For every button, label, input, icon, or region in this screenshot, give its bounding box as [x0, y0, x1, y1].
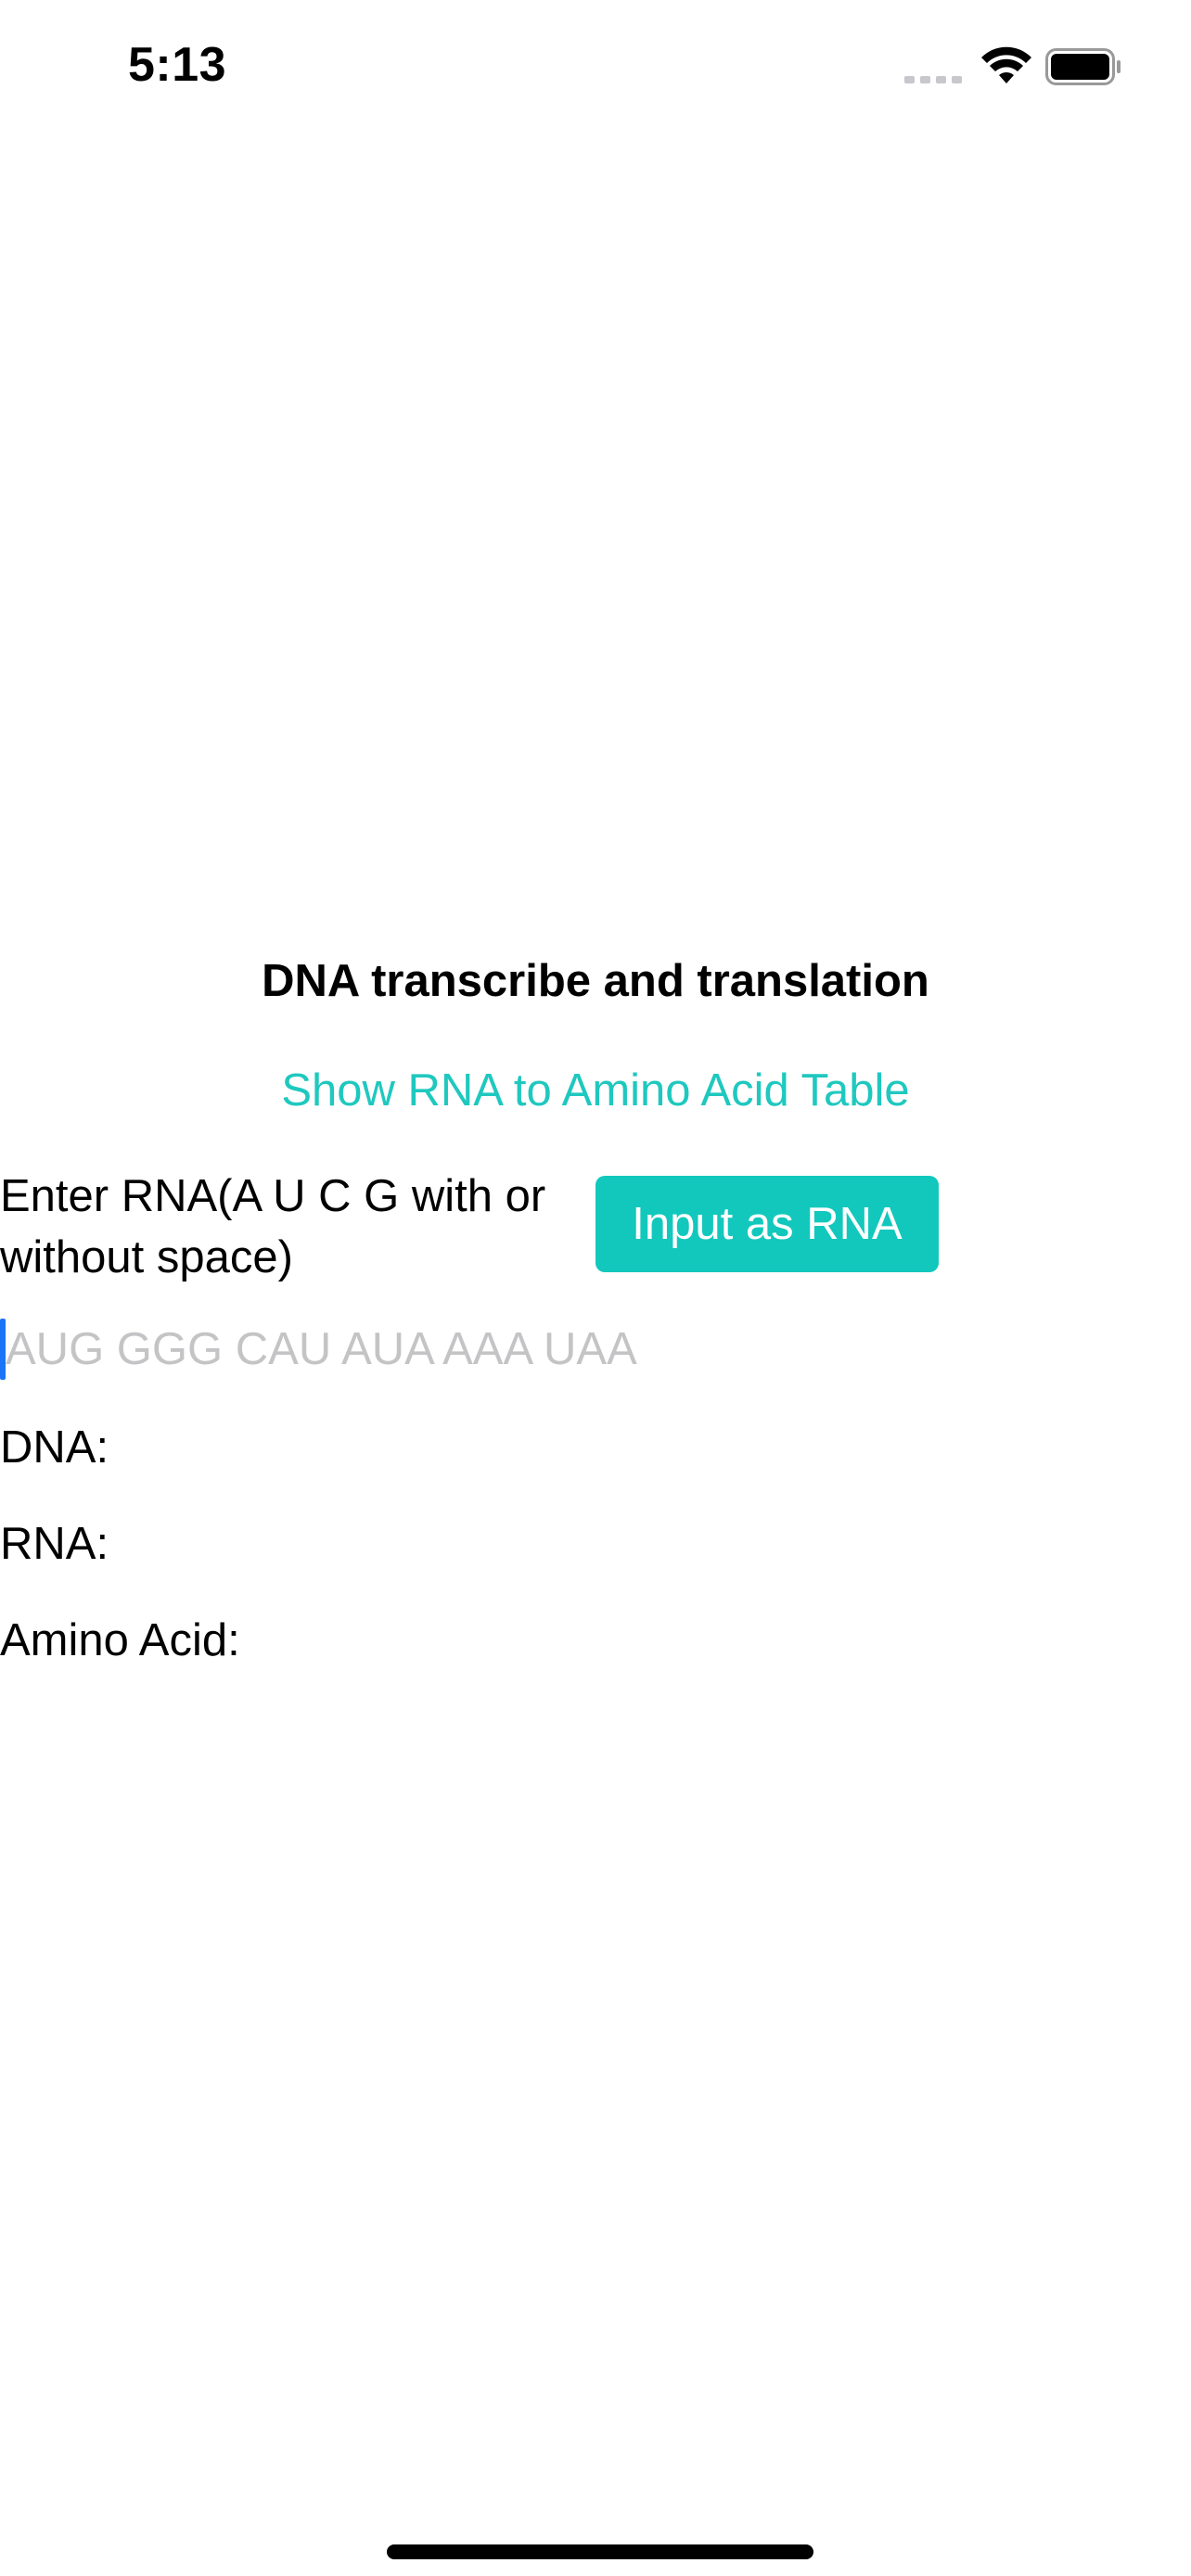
- show-table-link[interactable]: Show RNA to Amino Acid Table: [0, 1065, 1191, 1116]
- status-time: 5:13: [128, 38, 227, 92]
- app-screen: 5:13 DNA transcribe and translation Show…: [0, 0, 1191, 2576]
- dna-label: DNA:: [0, 1422, 109, 1473]
- enter-rna-label: Enter RNA(A U C G with or without space): [0, 1171, 546, 1282]
- input-as-rna-button[interactable]: Input as RNA: [596, 1176, 939, 1272]
- battery-icon: [1045, 48, 1121, 85]
- rna-input-container[interactable]: [0, 1317, 1113, 1382]
- rna-input[interactable]: [6, 1317, 1100, 1382]
- signal-icon: [904, 76, 962, 83]
- page-title: DNA transcribe and translation: [262, 956, 929, 1006]
- rna-label: RNA:: [0, 1519, 109, 1569]
- amino-acid-label: Amino Acid:: [0, 1615, 240, 1665]
- home-indicator[interactable]: [387, 2544, 813, 2559]
- wifi-icon: [981, 46, 1031, 83]
- status-bar: 5:13: [0, 0, 1191, 139]
